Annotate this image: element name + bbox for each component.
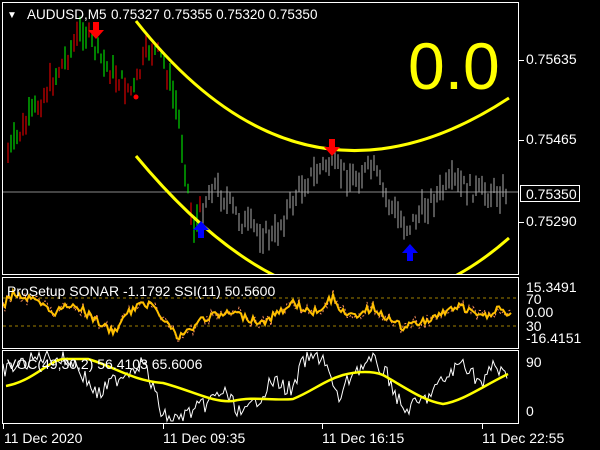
price-tick	[519, 140, 524, 141]
current-price-label: 0.75350	[520, 185, 580, 202]
price-tick	[519, 60, 524, 61]
time-axis-label: 11 Dec 16:15	[322, 430, 405, 446]
time-tick	[322, 424, 323, 429]
sonar-axis-label: 0.00	[526, 304, 554, 320]
time-axis-label: 11 Dec 22:55	[482, 430, 565, 446]
sonar-axis-label: -16.4151	[526, 330, 582, 346]
time-tick	[3, 424, 4, 429]
price-axis-label: 0.75635	[526, 51, 577, 67]
voc-label: VOC(49,30,2) 56.4103 65.6006	[7, 356, 203, 372]
ohlc-label: 0.75327 0.75355 0.75320 0.75350	[111, 7, 318, 22]
sell-arrow-icon	[324, 139, 340, 156]
sell-arrow-icon	[88, 22, 104, 39]
voc-indicator-panel[interactable]: VOC(49,30,2) 56.4103 65.6006	[2, 350, 519, 424]
voc-axis-label: 0	[526, 403, 534, 419]
sonar-label: ProSetup SONAR -1.1792 SSI(11) 50.5600	[7, 283, 276, 299]
price-axis-label: 0.75465	[526, 131, 577, 147]
collapse-triangle-icon[interactable]: ▼	[7, 9, 17, 23]
time-tick	[482, 424, 483, 429]
indicator-big-value: 0.0	[408, 29, 500, 103]
buy-arrow-icon	[402, 244, 418, 261]
voc-axis-label: 90	[526, 354, 542, 370]
time-axis-label: 11 Dec 09:35	[163, 430, 246, 446]
lower-arc-line	[134, 155, 510, 274]
buy-arrow-icon	[193, 221, 209, 238]
sonar-indicator-panel[interactable]: ProSetup SONAR -1.1792 SSI(11) 50.5600	[2, 277, 519, 349]
price-axis-label: 0.75290	[526, 213, 577, 229]
symbol-label: AUDUSD,M5	[27, 7, 107, 22]
price-tick	[519, 222, 524, 223]
price-chart-panel[interactable]: ▼ AUDUSD,M5 0.75327 0.75355 0.75320 0.75…	[2, 2, 519, 275]
time-tick	[163, 424, 164, 429]
signal-dot	[133, 94, 139, 100]
time-axis-label: 11 Dec 2020	[4, 430, 83, 446]
